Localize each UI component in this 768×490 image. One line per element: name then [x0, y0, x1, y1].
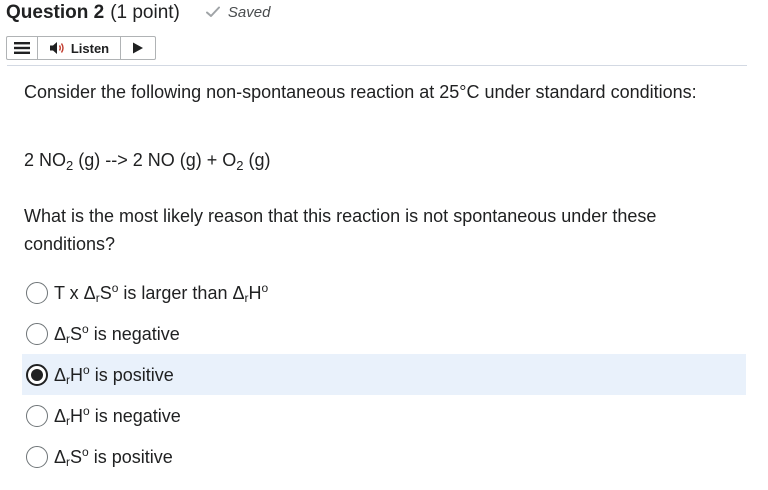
option-text-part: is positive — [88, 446, 173, 467]
equation-subscript: 2 — [236, 158, 244, 173]
radio-button[interactable] — [26, 322, 48, 345]
hamburger-icon — [14, 42, 30, 54]
read-aloud-toolbar: Listen — [6, 36, 156, 60]
radio-button[interactable] — [26, 363, 48, 386]
radio-button[interactable] — [26, 281, 48, 304]
answer-option[interactable]: ΔrSo is positive — [22, 436, 746, 477]
reaction-equation: 2 NO2 (g) --> 2 NO (g) + O2 (g) — [24, 150, 271, 173]
equation-part: (g) --> 2 NO (g) + O — [73, 150, 237, 170]
menu-button[interactable] — [7, 37, 38, 59]
option-text-part: H — [70, 405, 84, 426]
option-text-part: S — [70, 323, 83, 344]
saved-status: Saved — [205, 3, 271, 21]
question-points: (1 point) — [110, 2, 180, 23]
radio-selected-dot — [31, 368, 43, 381]
answer-option[interactable]: T x ΔrSo is larger than ΔrHo — [22, 272, 746, 313]
radio-button[interactable] — [26, 404, 48, 427]
option-text-part: H — [70, 364, 84, 385]
question-title: Question 2 — [6, 2, 105, 23]
play-button[interactable] — [121, 37, 155, 59]
option-text-part: is negative — [89, 405, 181, 426]
option-text-part: S — [70, 446, 83, 467]
question-intro: Consider the following non-spontaneous r… — [24, 78, 724, 106]
option-text-part: Δ — [54, 364, 67, 385]
equation-part: 2 NO — [24, 150, 67, 170]
option-text-part: is negative — [88, 323, 180, 344]
answer-option-label: T x ΔrSo is larger than ΔrHo — [54, 281, 268, 305]
option-text-part: Δ — [54, 405, 67, 426]
option-text-part: o — [83, 362, 90, 377]
answer-option[interactable]: ΔrHo is positive — [22, 354, 746, 395]
play-icon — [133, 42, 143, 54]
answer-option[interactable]: ΔrSo is negative — [22, 313, 746, 354]
option-text-part: Δ — [54, 446, 67, 467]
answer-option-label: ΔrHo is positive — [54, 363, 174, 387]
saved-label: Saved — [227, 3, 271, 21]
option-text-part: is larger than Δ — [118, 282, 245, 303]
checkmark-icon — [205, 6, 220, 17]
equation-part: (g) — [243, 150, 271, 170]
answer-option-label: ΔrSo is positive — [54, 445, 173, 469]
listen-label: Listen — [70, 40, 110, 56]
option-text-part: o — [82, 444, 89, 459]
option-text-part: o — [82, 321, 89, 336]
answer-options: T x ΔrSo is larger than ΔrHo ΔrSo is nega… — [22, 272, 746, 477]
option-text-part: o — [261, 280, 269, 295]
option-text-part: Δ — [54, 323, 67, 344]
option-text-part: S — [99, 282, 112, 303]
option-text-part: T x Δ — [54, 282, 96, 303]
option-text-part: H — [248, 282, 262, 303]
question-header: Question 2 (1 point) Saved — [6, 2, 270, 24]
answer-option[interactable]: ΔrHo is negative — [22, 395, 746, 436]
question-prompt: What is the most likely reason that this… — [24, 206, 657, 254]
answer-option-label: ΔrHo is negative — [54, 404, 181, 428]
option-text-part: is positive — [89, 364, 174, 385]
speaker-icon — [49, 42, 64, 54]
option-text-part: o — [83, 403, 90, 418]
radio-button[interactable] — [26, 445, 48, 468]
listen-button[interactable]: Listen — [38, 37, 121, 59]
question-intro-text: Consider the following non-spontaneous r… — [24, 82, 697, 102]
answer-option-label: ΔrSo is negative — [54, 322, 180, 346]
